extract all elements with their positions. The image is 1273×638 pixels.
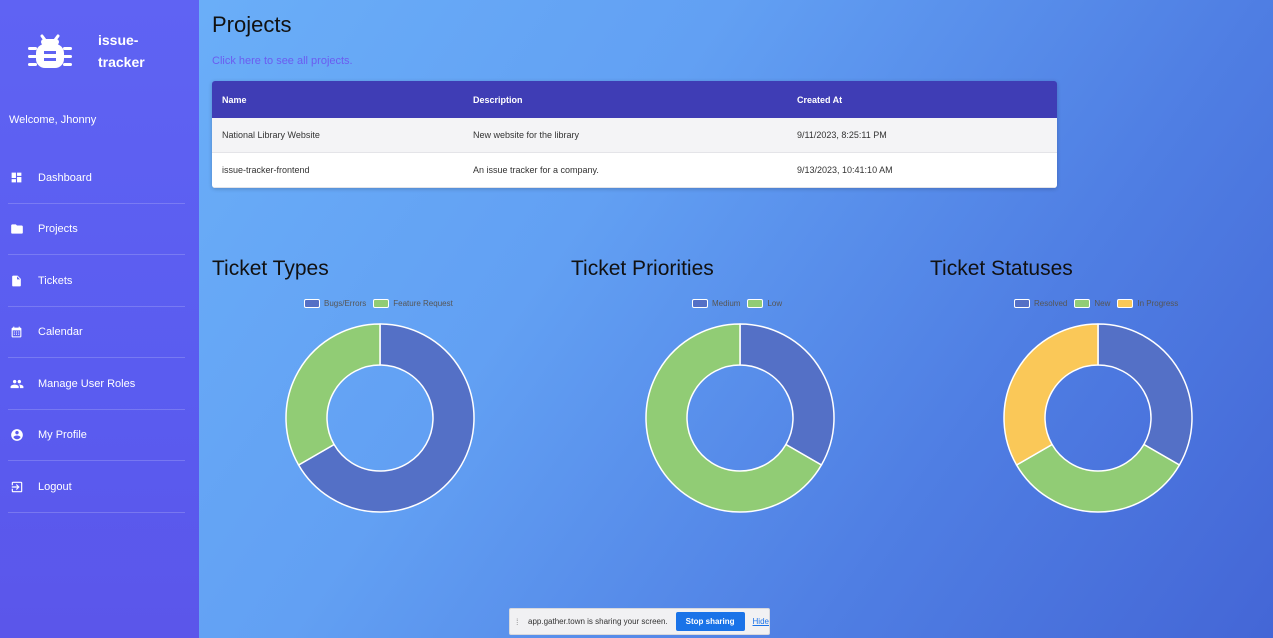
cell-description: New website for the library [473, 130, 580, 140]
cell-description: An issue tracker for a company. [473, 165, 599, 175]
cell-name: issue-tracker-frontend [222, 165, 310, 175]
legend-label: Resolved [1034, 299, 1068, 308]
column-header-description[interactable]: Description [473, 95, 797, 105]
sidebar-item-label: Dashboard [38, 171, 92, 184]
sidebar-item-logout[interactable]: Logout [0, 461, 199, 513]
legend-item[interactable]: Resolved [1014, 299, 1067, 308]
sidebar-item-label: Manage User Roles [38, 377, 136, 390]
share-message: app.gather.town is sharing your screen. [528, 617, 668, 626]
chart-title-ticket-types: Ticket Types [212, 257, 329, 280]
legend-swatch [1014, 299, 1030, 308]
stop-sharing-button[interactable]: Stop sharing [675, 612, 745, 631]
group-icon [10, 377, 24, 391]
hide-link[interactable]: Hide [753, 617, 769, 626]
sidebar-item-label: Logout [38, 480, 72, 493]
donut-slice-medium[interactable] [739, 323, 835, 466]
chart-legend-ticket-priorities: Medium Low [692, 299, 789, 308]
chart-title-ticket-statuses: Ticket Statuses [930, 257, 1073, 280]
donut-slice-in-progress[interactable] [1003, 323, 1099, 466]
sidebar-item-manage-user-roles[interactable]: Manage User Roles [0, 358, 199, 410]
drag-handle-icon[interactable]: ⁞ [516, 617, 522, 627]
sidebar-item-label: My Profile [38, 429, 87, 442]
file-icon [10, 274, 24, 288]
legend-label: Bugs/Errors [324, 299, 367, 308]
legend-swatch [373, 299, 390, 308]
donut-chart-ticket-types [285, 323, 475, 513]
legend-label: Medium [712, 299, 741, 308]
legend-item[interactable]: Feature Request [373, 299, 453, 308]
cell-name: National Library Website [222, 130, 320, 140]
app-name-line-1: issue- [98, 32, 139, 48]
legend-swatch [747, 299, 764, 308]
chart-legend-ticket-statuses: Resolved New In Progress [1014, 299, 1185, 308]
see-all-projects-link[interactable]: Click here to see all projects. [212, 55, 353, 67]
bug-logo-icon[interactable] [26, 26, 74, 74]
sidebar-nav: Dashboard Projects Tickets Calendar Mana… [0, 152, 199, 513]
column-header-name[interactable]: Name [212, 95, 473, 105]
legend-swatch [692, 299, 708, 308]
donut-chart-ticket-priorities [645, 323, 835, 513]
welcome-text: Welcome, Jhonny [9, 114, 97, 126]
page-title: Projects [212, 12, 292, 37]
table-row[interactable]: National Library Website New website for… [212, 118, 1057, 153]
donut-slice-new[interactable] [1015, 443, 1181, 513]
app-name: issue- tracker [98, 29, 178, 73]
sidebar-item-dashboard[interactable]: Dashboard [0, 152, 199, 204]
screen-share-bar: ⁞ app.gather.town is sharing your screen… [509, 608, 770, 635]
legend-label: In Progress [1137, 299, 1179, 308]
main-content: Projects Click here to see all projects.… [199, 0, 1273, 638]
table-header: Name Description Created At [212, 81, 1057, 118]
legend-item[interactable]: Medium [692, 299, 740, 308]
sidebar-item-calendar[interactable]: Calendar [0, 307, 199, 359]
table-row[interactable]: issue-tracker-frontend An issue tracker … [212, 153, 1057, 188]
calendar-icon [10, 325, 24, 339]
app-name-line-2: tracker [98, 54, 145, 70]
legend-label: Low [767, 299, 783, 308]
projects-table: Name Description Created At National Lib… [212, 81, 1057, 188]
legend-swatch [1074, 299, 1091, 308]
legend-swatch [304, 299, 320, 308]
sidebar-item-projects[interactable]: Projects [0, 204, 199, 256]
logout-icon [10, 480, 24, 494]
donut-chart-ticket-statuses [1003, 323, 1193, 513]
sidebar-item-label: Projects [38, 223, 78, 236]
sidebar-item-my-profile[interactable]: My Profile [0, 410, 199, 462]
cell-created-at: 9/11/2023, 8:25:11 PM [797, 130, 887, 140]
column-header-created-at[interactable]: Created At [797, 95, 1057, 105]
legend-label: New [1094, 299, 1111, 308]
account-circle-icon [10, 428, 24, 442]
sidebar-item-label: Calendar [38, 326, 83, 339]
legend-label: Feature Request [393, 299, 453, 308]
folder-icon [10, 222, 24, 236]
donut-slice-feature-request[interactable] [285, 323, 381, 466]
sidebar-item-label: Tickets [38, 274, 73, 287]
sidebar-item-tickets[interactable]: Tickets [0, 255, 199, 307]
legend-item[interactable]: Bugs/Errors [304, 299, 366, 308]
chart-legend-ticket-types: Bugs/Errors Feature Request [304, 299, 460, 308]
chart-title-ticket-priorities: Ticket Priorities [571, 257, 714, 280]
donut-slice-resolved[interactable] [1097, 323, 1193, 466]
dashboard-icon [10, 171, 24, 185]
legend-item[interactable]: New [1074, 299, 1110, 308]
sidebar: issue- tracker Welcome, Jhonny Dashboard… [0, 0, 199, 638]
legend-swatch [1117, 299, 1134, 308]
legend-item[interactable]: Low [747, 299, 782, 308]
cell-created-at: 9/13/2023, 10:41:10 AM [797, 165, 893, 175]
legend-item[interactable]: In Progress [1117, 299, 1178, 308]
